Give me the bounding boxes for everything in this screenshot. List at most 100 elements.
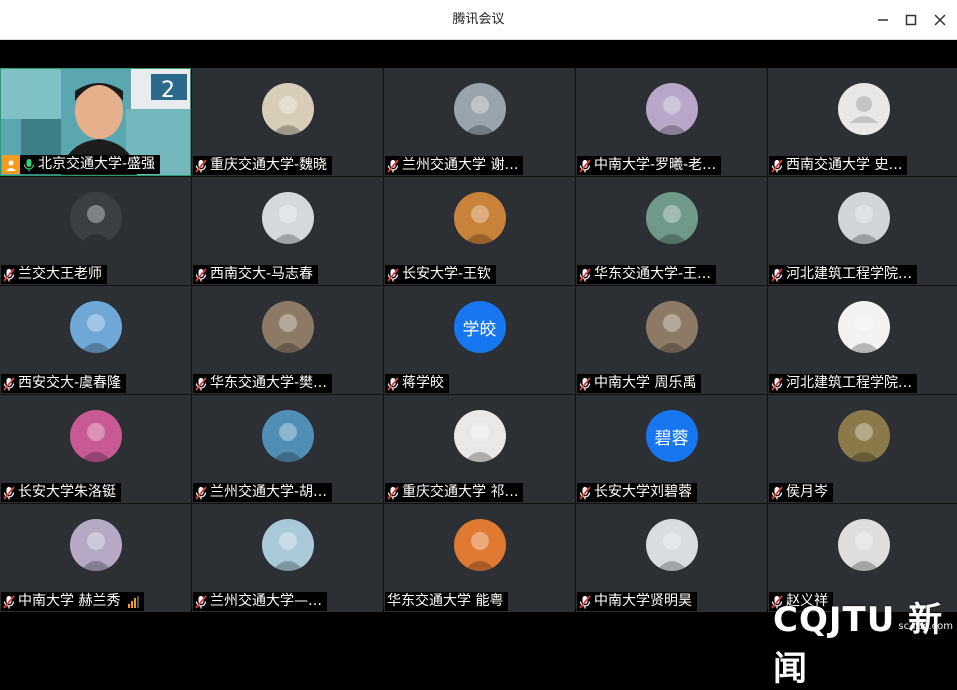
participant-avatar xyxy=(69,410,122,462)
participant-avatar xyxy=(837,83,890,135)
mic-muted-icon xyxy=(195,158,207,173)
participant-avatar xyxy=(69,301,122,353)
participant-tile[interactable]: 河北建筑工程学院… xyxy=(768,177,957,285)
default-user-icon xyxy=(849,96,878,123)
sea-icon xyxy=(69,301,122,353)
mic-muted-icon xyxy=(3,485,15,500)
participant-name: 河北建筑工程学院… xyxy=(786,266,912,282)
participant-label: 河北建筑工程学院… xyxy=(769,374,917,393)
mic-muted-icon xyxy=(579,267,591,282)
window-title: 腾讯会议 xyxy=(452,12,505,27)
participant-label: 华东交通大学-樊… xyxy=(193,374,333,393)
participant-label: 侯月岑 xyxy=(769,483,833,502)
cat-icon xyxy=(453,519,506,571)
minimize-button[interactable] xyxy=(871,8,895,32)
participant-tile[interactable]: 河北建筑工程学院… xyxy=(768,286,957,394)
participant-tile[interactable]: 西南交大-马志春 xyxy=(192,177,383,285)
participant-avatar xyxy=(453,410,506,462)
participant-tile[interactable]: 中南大学贤明昊 xyxy=(576,504,767,612)
participant-label: 华东交通大学-王… xyxy=(577,265,717,284)
mic-muted-icon xyxy=(771,376,783,391)
sketch-icon xyxy=(453,410,506,462)
mic-muted-icon xyxy=(771,485,783,500)
portrait-icon xyxy=(261,301,314,353)
participant-tile-self[interactable]: 2 北京交通大学-盛强 xyxy=(0,68,191,176)
bird-icon xyxy=(837,410,890,462)
mic-muted-icon xyxy=(3,376,15,391)
mic-muted-icon xyxy=(771,267,783,282)
participant-tile[interactable]: 华东交通大学-王… xyxy=(576,177,767,285)
participant-grid: 2 北京交通大学-盛强 重庆交通大学-魏晓 兰州交通大学 谢… 中南大学-罗曦-… xyxy=(0,68,957,612)
participant-name: 兰州交通大学 谢… xyxy=(402,157,519,173)
minimize-icon xyxy=(878,19,888,21)
participant-avatar xyxy=(261,410,314,462)
participant-label: 华东交通大学 能粤 xyxy=(385,592,509,611)
watermark-brand: CQJTU 新闻 xyxy=(773,600,944,689)
building-icon xyxy=(261,192,314,244)
anime-icon xyxy=(837,192,890,244)
participant-tile[interactable]: 重庆交通大学 祁… xyxy=(384,395,575,503)
participant-tile[interactable]: 中南大学 周乐禹 xyxy=(576,286,767,394)
landscape-icon xyxy=(645,192,698,244)
participant-tile[interactable]: 兰州交通大学 谢… xyxy=(384,68,575,176)
participant-name: 华东交通大学-王… xyxy=(594,266,712,282)
participant-label: 重庆交通大学-魏晓 xyxy=(193,156,333,175)
participant-label: 中南大学-罗曦-老… xyxy=(577,156,722,175)
mic-muted-icon xyxy=(771,158,783,173)
close-button[interactable] xyxy=(928,8,952,32)
anime-girl-icon xyxy=(69,410,122,462)
participant-tile[interactable]: 长安大学朱洛铤 xyxy=(0,395,191,503)
participant-avatar xyxy=(261,192,314,244)
participant-tile[interactable]: 学皎 蒋学皎 xyxy=(384,286,575,394)
participant-label: 河北建筑工程学院… xyxy=(769,265,917,284)
participant-avatar xyxy=(645,83,698,135)
participant-label: 中南大学贤明昊 xyxy=(577,592,697,611)
participant-name: 西南交大-马志春 xyxy=(210,266,314,282)
participant-label: 重庆交通大学 祁… xyxy=(385,483,524,502)
participant-tile[interactable]: 西安交大-虞春隆 xyxy=(0,286,191,394)
participant-tile[interactable]: 西南交通大学 史… xyxy=(768,68,957,176)
participant-tile[interactable]: 中南大学 赫兰秀 xyxy=(0,504,191,612)
close-icon xyxy=(934,14,946,26)
watermark: CQJTU 新闻 sc-rac.com xyxy=(767,596,957,689)
participant-avatar xyxy=(837,519,890,571)
cartoon-boy-icon xyxy=(645,519,698,571)
participant-tile[interactable]: 碧蓉 长安大学刘碧蓉 xyxy=(576,395,767,503)
participant-tile[interactable]: 重庆交通大学-魏晓 xyxy=(192,68,383,176)
room-photo-icon xyxy=(69,192,122,244)
participant-avatar xyxy=(261,519,314,571)
participant-tile[interactable]: 中南大学-罗曦-老… xyxy=(576,68,767,176)
avatar-text: 碧蓉 xyxy=(654,428,689,449)
mic-muted-icon xyxy=(387,485,399,500)
participant-name: 西安交大-虞春隆 xyxy=(18,375,122,391)
participant-tile[interactable]: 兰交大王老师 xyxy=(0,177,191,285)
participant-avatar xyxy=(837,301,890,353)
participant-avatar xyxy=(645,519,698,571)
participant-avatar xyxy=(261,83,314,135)
participant-avatar xyxy=(837,410,890,462)
participant-tile[interactable]: 华东交通大学 能粤 xyxy=(384,504,575,612)
participant-tile[interactable]: 兰州交通大学-胡… xyxy=(192,395,383,503)
participant-name: 华东交通大学 能粤 xyxy=(387,593,504,609)
participant-tile[interactable]: 侯月岑 xyxy=(768,395,957,503)
participant-label: 长安大学-王钦 xyxy=(385,265,497,284)
maximize-button[interactable] xyxy=(899,8,923,32)
participant-tile[interactable]: 华东交通大学-樊… xyxy=(192,286,383,394)
participant-name: 侯月岑 xyxy=(786,484,828,500)
participant-name: 长安大学-王钦 xyxy=(402,266,492,282)
participant-name: 兰州交通大学—… xyxy=(210,593,322,609)
participant-label: 兰交大王老师 xyxy=(1,265,107,284)
title-bar: 腾讯会议 xyxy=(0,0,957,40)
boy-photo-icon xyxy=(837,519,890,571)
participant-tile[interactable]: 兰州交通大学—… xyxy=(192,504,383,612)
participant-label: 兰州交通大学-胡… xyxy=(193,483,333,502)
map-icon xyxy=(645,83,698,135)
participant-name: 兰交大王老师 xyxy=(18,266,102,282)
participant-name: 中南大学 赫兰秀 xyxy=(18,593,121,609)
participant-label: 长安大学朱洛铤 xyxy=(1,483,121,502)
participant-tile[interactable]: 长安大学-王钦 xyxy=(384,177,575,285)
participant-label: 中南大学 周乐禹 xyxy=(577,374,702,393)
participant-name: 长安大学朱洛铤 xyxy=(18,484,116,500)
participant-name: 蒋学皎 xyxy=(402,375,444,391)
participant-label: 长安大学刘碧蓉 xyxy=(577,483,697,502)
